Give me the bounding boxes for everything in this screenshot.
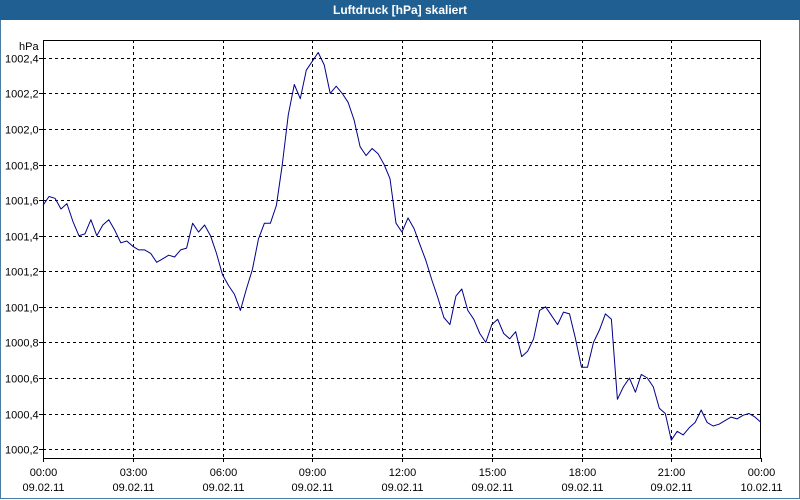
- x-tick-time: 21:00: [658, 467, 686, 479]
- x-tick-time: 03:00: [120, 467, 148, 479]
- x-tick-date: 09.02.11: [291, 482, 333, 494]
- x-tick-time: 18:00: [569, 467, 597, 479]
- x-tick-time: 12:00: [389, 467, 417, 479]
- y-axis-label: hPa: [19, 41, 39, 53]
- x-tick-time: 15:00: [479, 467, 507, 479]
- y-tick-label: 1000,8: [5, 338, 39, 350]
- pressure-line-chart: 1000,2 1000,4 1000,6 1000,8 1001,0 1001,2 1001…: [5, 40, 783, 494]
- x-tick-date: 09.02.11: [381, 482, 423, 494]
- x-tick-time: 00:00: [748, 467, 776, 479]
- window-title: Luftdruck [hPa] skaliert: [0, 0, 800, 20]
- y-tick-label: 1002,0: [5, 125, 39, 137]
- x-tick-time: 00:00: [30, 467, 58, 479]
- x-tick-date: 09.02.11: [202, 482, 244, 494]
- y-tick-label: 1001,4: [5, 232, 39, 244]
- x-tick-date: 09.02.11: [112, 482, 154, 494]
- y-tick-label: 1001,2: [5, 267, 39, 279]
- y-tick-label: 1000,6: [5, 374, 39, 386]
- y-tick-label: 1001,0: [5, 303, 39, 315]
- x-tick-date: 09.02.11: [22, 482, 64, 494]
- y-tick-label: 1001,6: [5, 196, 39, 208]
- y-tick-label: 1000,4: [5, 410, 39, 422]
- chart-frame: 1000,2 1000,4 1000,6 1000,8 1001,0 1001,2 1001…: [0, 20, 800, 499]
- x-tick-date: 10.02.11: [740, 482, 782, 494]
- x-tick-date: 09.02.11: [561, 482, 603, 494]
- x-tick-date: 09.02.11: [471, 482, 513, 494]
- y-tick-label: 1002,2: [5, 89, 39, 101]
- y-tick-label: 1000,2: [5, 445, 39, 457]
- y-tick-label: 1002,4: [5, 54, 39, 66]
- y-tick-label: 1001,8: [5, 161, 39, 173]
- x-tick-time: 06:00: [210, 467, 238, 479]
- x-tick-date: 09.02.11: [650, 482, 692, 494]
- x-tick-time: 09:00: [299, 467, 327, 479]
